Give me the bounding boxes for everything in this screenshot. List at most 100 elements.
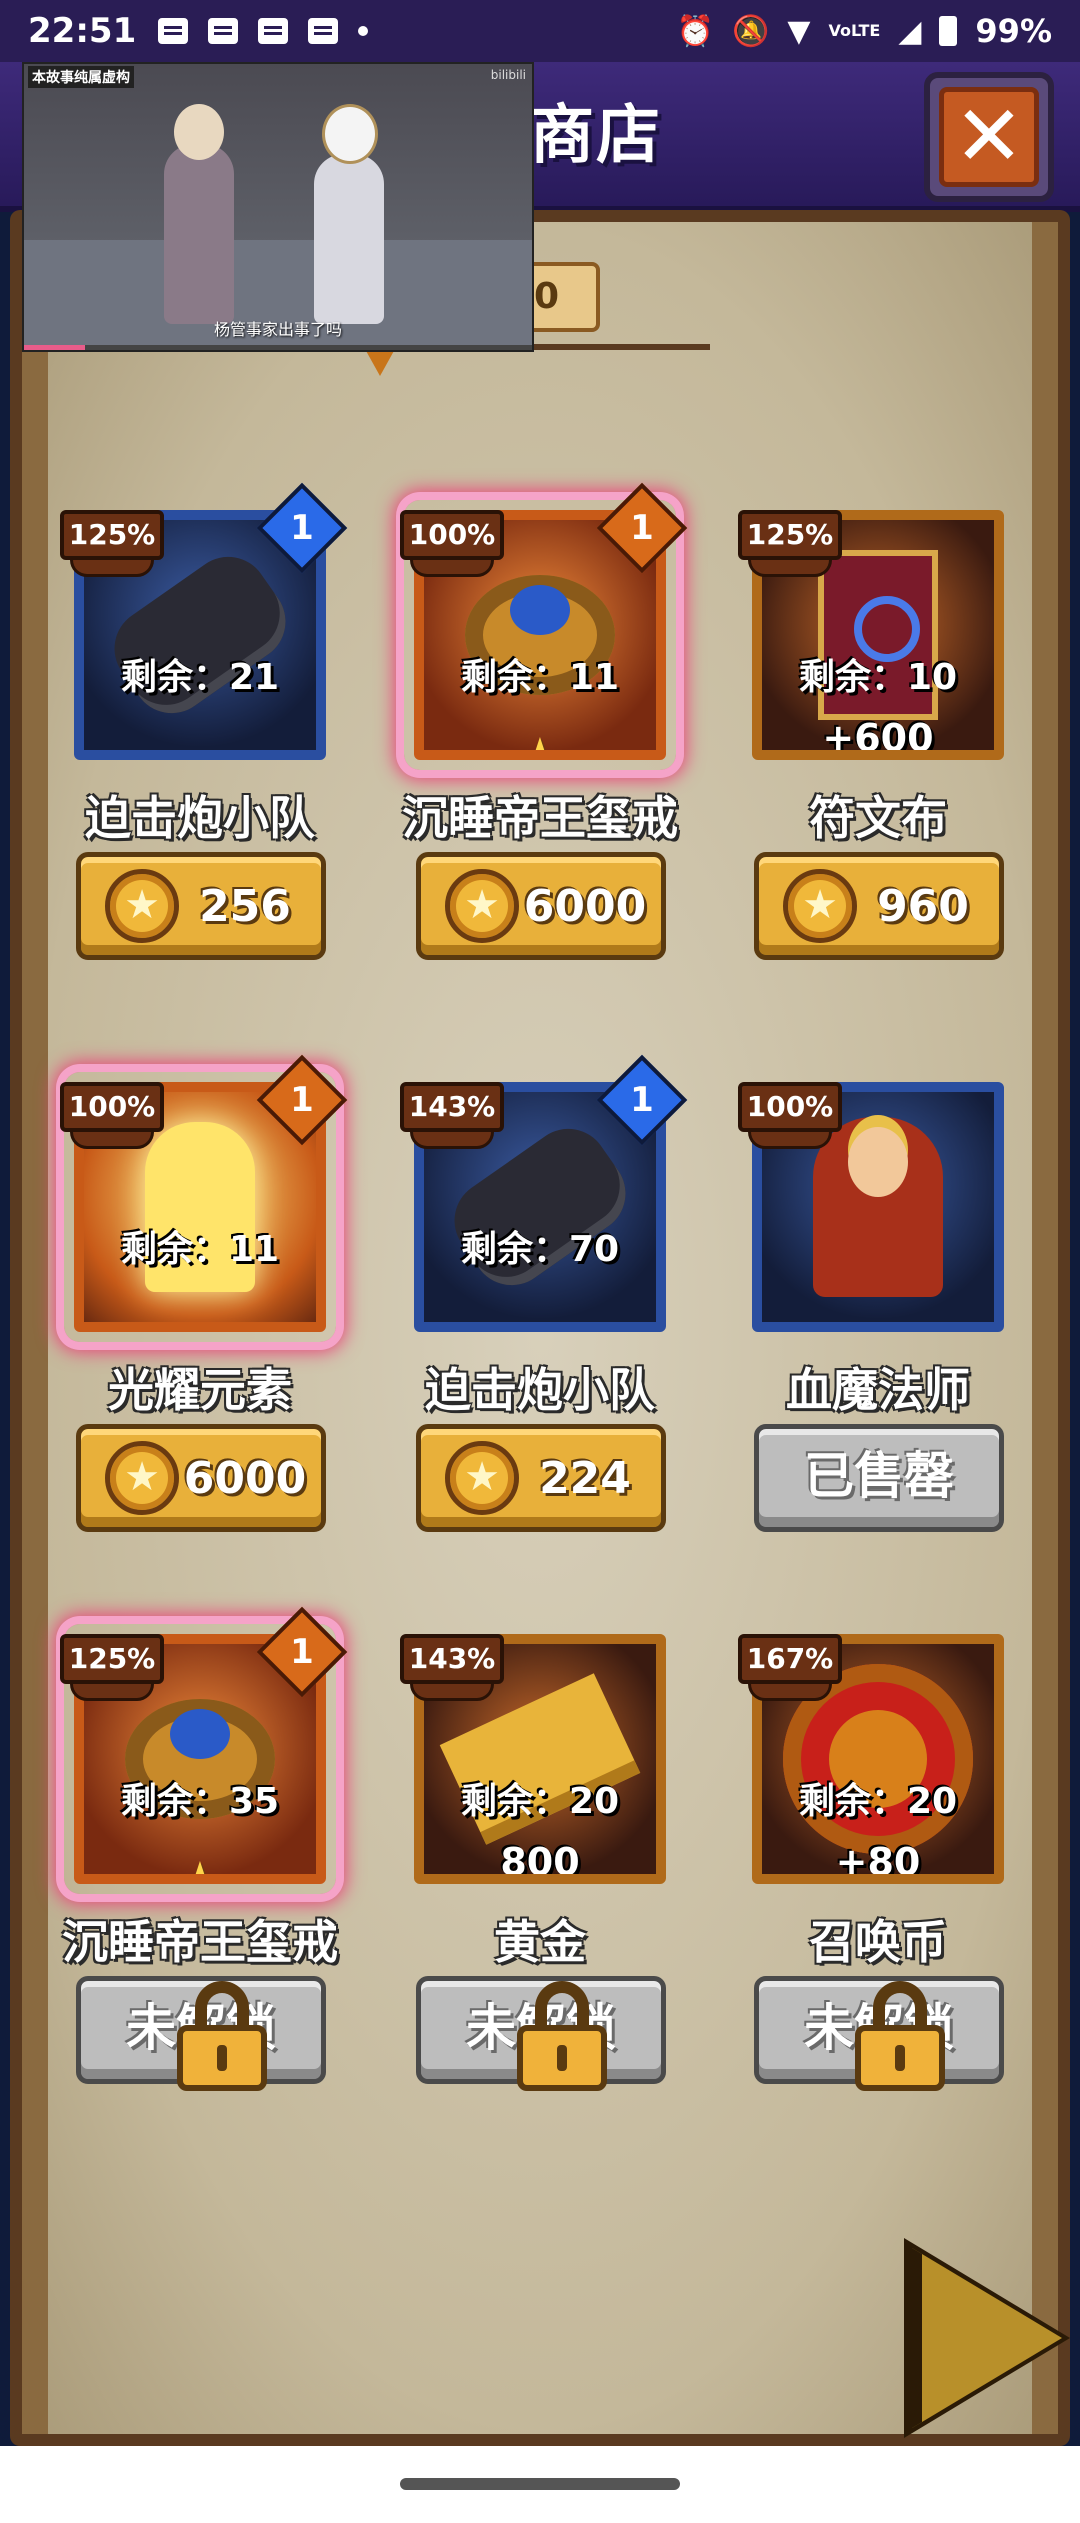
locked-button[interactable]: 未解锁 <box>754 1976 1004 2091</box>
item-name: 符文布 <box>809 791 947 845</box>
buy-button[interactable]: ★ 224 <box>416 1424 666 1532</box>
scroll-edge <box>22 222 48 2434</box>
currency-counter-value: 0 <box>534 276 560 317</box>
video-character <box>164 104 234 324</box>
message-notification-icon <box>258 18 289 44</box>
video-title: 本故事纯属虚构 <box>28 66 134 88</box>
buy-button[interactable]: ★ 256 <box>76 852 326 960</box>
tier-value: 1 <box>630 508 654 548</box>
gold-star-coin-icon: ★ <box>445 1441 519 1515</box>
notification-icons <box>158 18 369 44</box>
locked-button[interactable]: 未解锁 <box>416 1976 666 2091</box>
page-title: 商店 <box>530 99 662 173</box>
alarm-icon: ⏰ <box>676 13 714 49</box>
message-notification-icon <box>208 18 239 44</box>
video-progress-fill <box>24 345 85 350</box>
item-name: 血魔法师 <box>786 1363 970 1417</box>
gold-star-coin-icon: ★ <box>445 869 519 943</box>
star-icon: ★ <box>175 1850 225 1884</box>
discount-badge: 100% <box>738 1082 842 1149</box>
battery-percent: 99% <box>975 12 1052 50</box>
tier-value: 1 <box>290 1080 314 1120</box>
item-tile[interactable]: 剩余：70 143% 1 <box>400 1054 688 1342</box>
tier-value: 1 <box>630 1080 654 1120</box>
item-bonus: 800 <box>500 1840 580 1884</box>
item-name: 迫击炮小队 <box>85 791 315 845</box>
discount-badge: 125% <box>60 510 164 577</box>
video-scene <box>24 64 532 244</box>
item-mage-icon <box>813 1117 943 1297</box>
discount-badge: 125% <box>60 1634 164 1701</box>
item-price: 6000 <box>183 1452 307 1504</box>
item-remaining: 剩余：11 <box>120 1229 280 1270</box>
item-bonus: +80 <box>835 1840 921 1884</box>
item-tile[interactable]: 100% <box>738 1072 1014 1342</box>
volte-icon: VoLTE <box>828 21 881 40</box>
scroll-edge <box>1032 222 1058 2434</box>
sold-out-button: 已售罄 <box>754 1424 1004 1532</box>
battery-icon <box>939 16 958 46</box>
discount-badge: 143% <box>400 1082 504 1149</box>
close-button[interactable]: ✕ <box>924 72 1054 202</box>
status-bar: 22:51 ⏰ 🔕 ▼ VoLTE ◢ 99% <box>0 0 1080 62</box>
message-notification-icon <box>158 18 189 44</box>
item-price: 256 <box>199 880 291 932</box>
buy-button[interactable]: ★ 6000 <box>416 852 666 960</box>
item-name: 召唤币 <box>809 1915 947 1969</box>
tier-value: 1 <box>290 1632 314 1672</box>
video-caption: 杨管事家出事了吗 <box>213 320 342 339</box>
system-nav-bar <box>0 2446 1080 2523</box>
item-remaining: 剩余：20 <box>460 1781 620 1822</box>
item-remaining: 剩余：21 <box>120 657 280 698</box>
discount-badge: 143% <box>400 1634 504 1701</box>
item-tile[interactable]: 剩余：20 800 143% <box>400 1624 676 1894</box>
signal-icon: ◢ <box>898 13 922 49</box>
discount-badge: 100% <box>60 1082 164 1149</box>
padlock-icon <box>177 1981 267 2091</box>
item-price: 6000 <box>523 880 647 932</box>
item-name: 黄金 <box>494 1915 586 1969</box>
item-tile[interactable]: 剩余：20 +80 167% <box>738 1624 1014 1894</box>
discount-badge: 100% <box>400 510 504 577</box>
item-name: 沉睡帝王玺戒 <box>402 791 678 845</box>
discount-badge: 167% <box>738 1634 842 1701</box>
wifi-icon: ▼ <box>787 13 811 49</box>
item-tile[interactable]: 剩余：11 ★ 100% 1 <box>400 482 688 770</box>
item-name: 迫击炮小队 <box>425 1363 655 1417</box>
locked-button[interactable]: 未解锁 <box>76 1976 326 2091</box>
padlock-icon <box>855 1981 945 2091</box>
video-progress-bar[interactable] <box>24 345 532 350</box>
close-x-icon: ✕ <box>939 87 1039 187</box>
status-time: 22:51 <box>28 11 137 51</box>
item-tile[interactable]: 剩余：11 100% 1 <box>60 1054 348 1342</box>
video-brand: bilibili <box>490 68 526 82</box>
item-tile[interactable]: 剩余：35 ★ 125% 1 <box>60 1606 348 1894</box>
message-notification-icon <box>308 18 339 44</box>
buy-button[interactable]: ★ 6000 <box>76 1424 326 1532</box>
item-tile[interactable]: 剩余：21 125% 1 <box>60 482 348 770</box>
item-remaining: 剩余：70 <box>460 1229 620 1270</box>
padlock-icon <box>517 1981 607 2091</box>
gold-star-coin-icon: ★ <box>105 1441 179 1515</box>
tier-value: 1 <box>290 508 314 548</box>
more-notifications-dot-icon <box>358 26 369 36</box>
item-name: 沉睡帝王玺戒 <box>62 1915 338 1969</box>
item-remaining: 剩余：20 <box>798 1781 958 1822</box>
sold-out-label: 已售罄 <box>804 1447 954 1505</box>
item-name: 光耀元素 <box>108 1363 292 1417</box>
gold-star-coin-icon: ★ <box>105 869 179 943</box>
home-gesture-pill[interactable] <box>400 2478 680 2490</box>
picture-in-picture-video[interactable]: 本故事纯属虚构 bilibili 杨管事家出事了吗 <box>22 62 534 352</box>
mute-icon: 🔕 <box>732 13 770 49</box>
item-price: 960 <box>877 880 969 932</box>
item-remaining: 剩余：10 <box>798 657 958 698</box>
star-icon: ★ <box>515 726 565 760</box>
video-character <box>314 104 384 324</box>
item-price: 224 <box>539 1452 631 1504</box>
item-tile[interactable]: 剩余：10 +600 125% <box>738 500 1014 770</box>
item-remaining: 剩余：11 <box>460 657 620 698</box>
item-remaining: 剩余：35 <box>120 1781 280 1822</box>
buy-button[interactable]: ★ 960 <box>754 852 1004 960</box>
gold-star-coin-icon: ★ <box>783 869 857 943</box>
item-bonus: +600 <box>822 716 934 760</box>
